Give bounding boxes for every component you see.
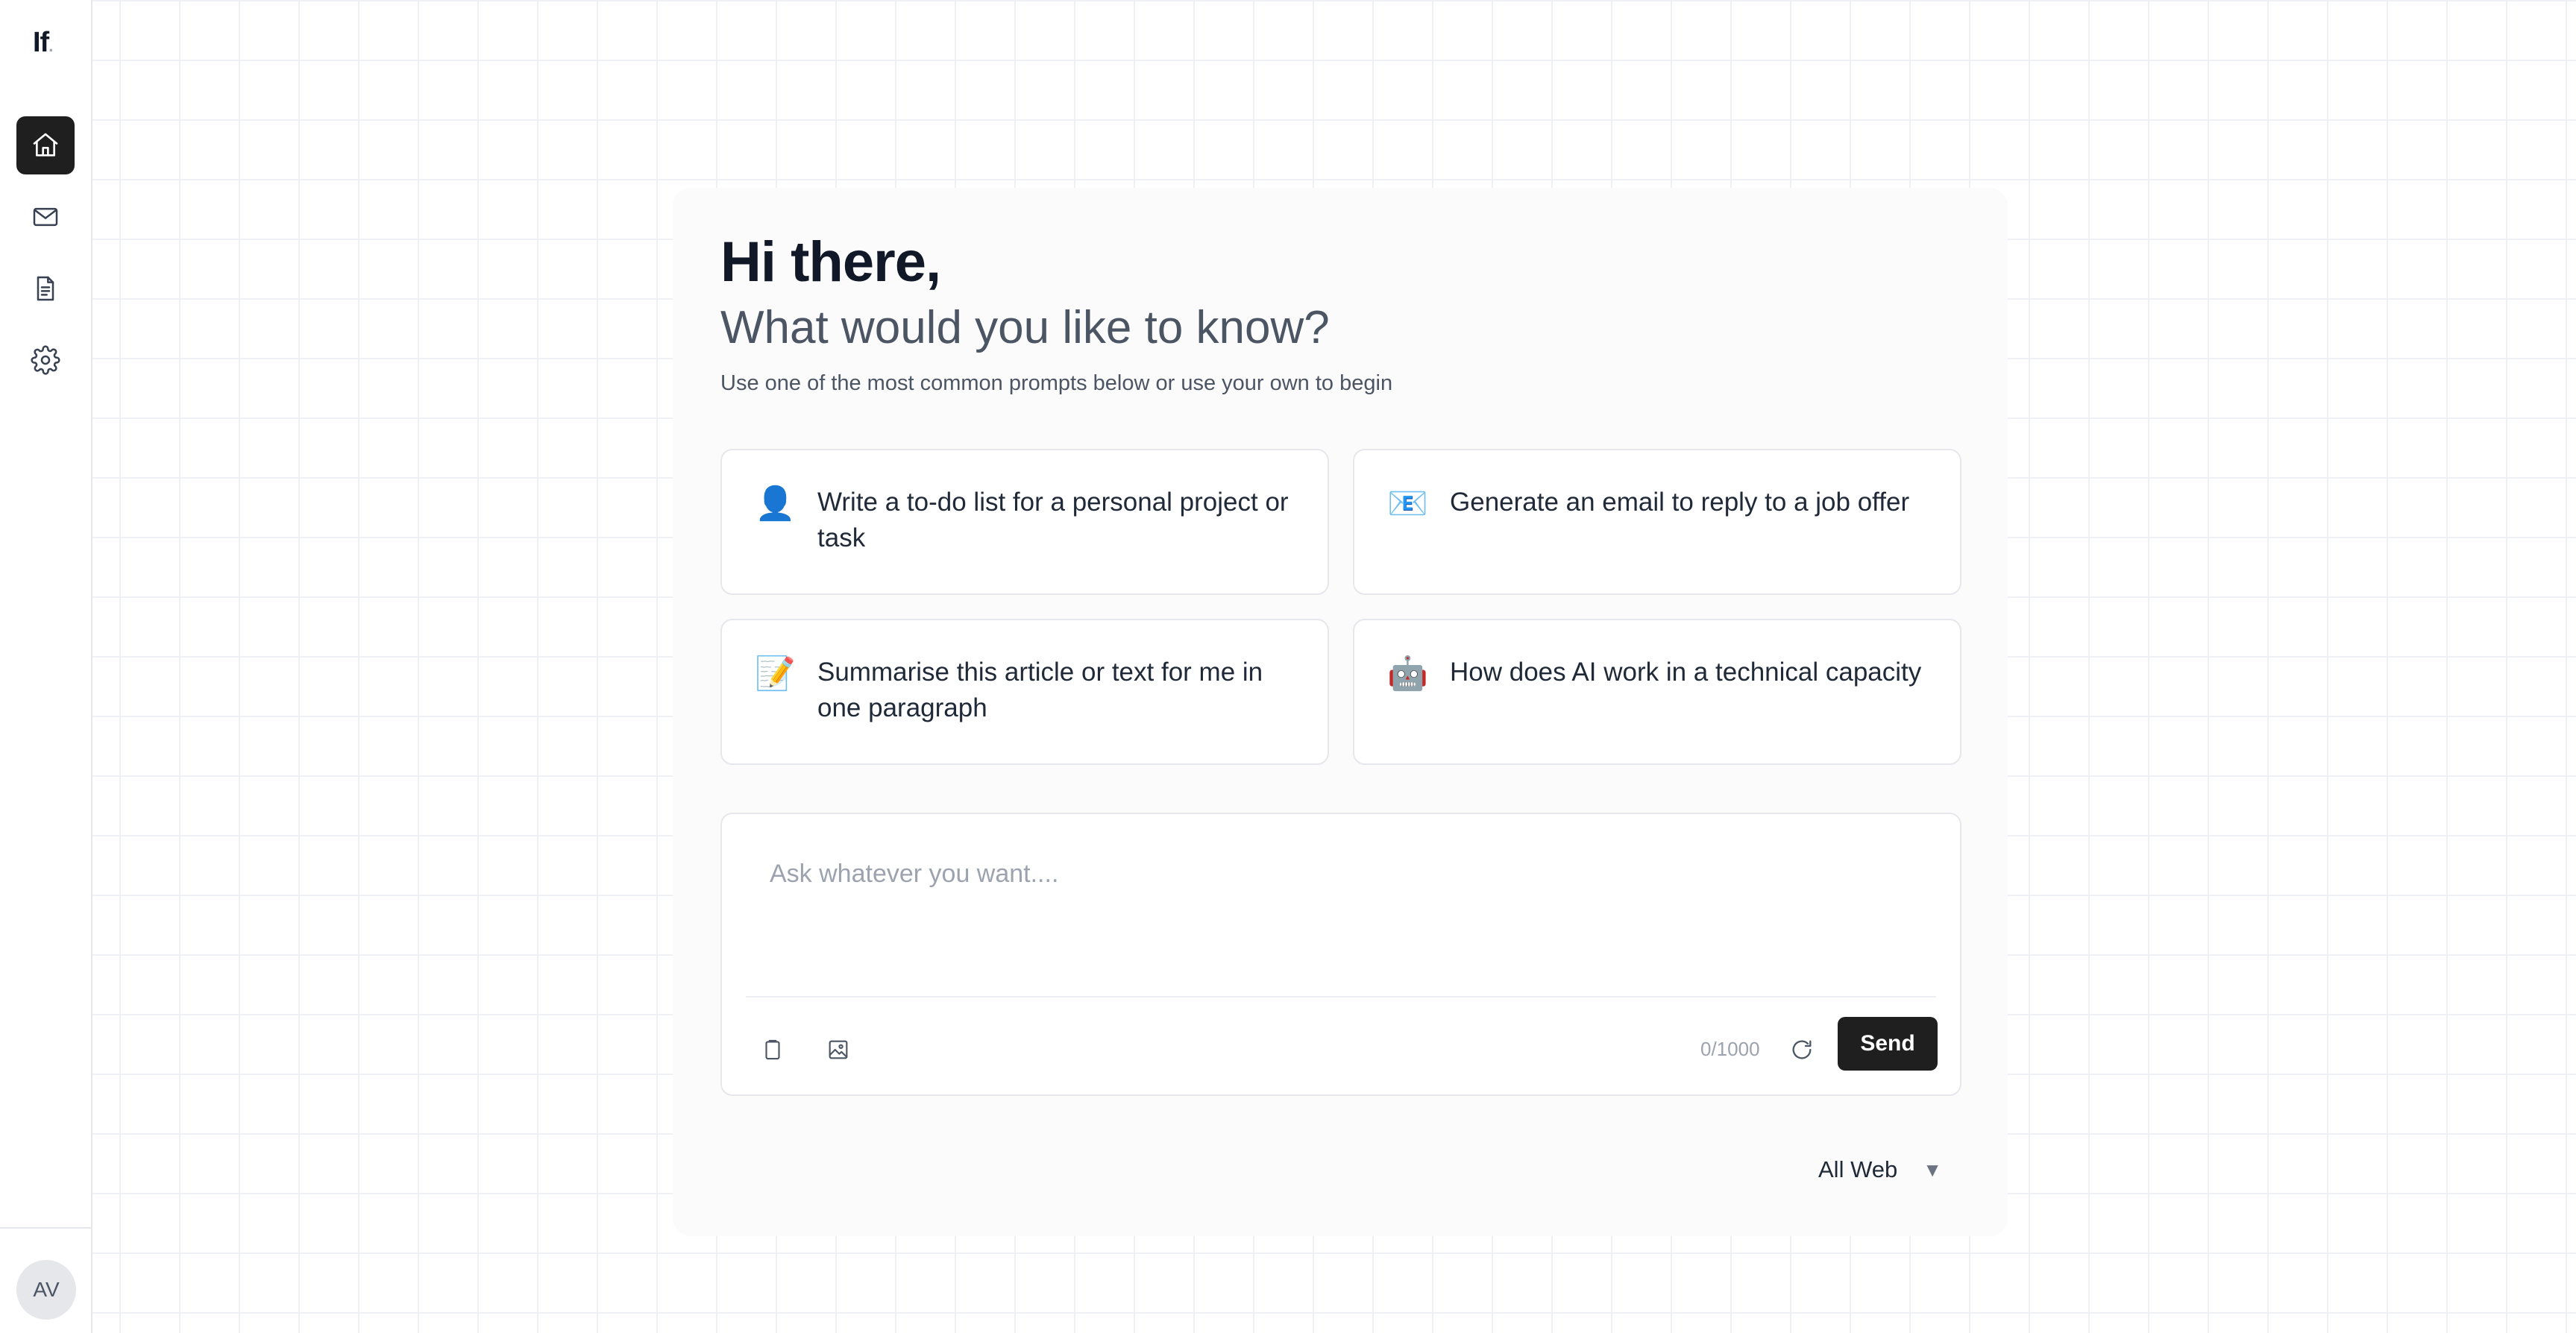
home-icon	[33, 133, 58, 157]
ask-input[interactable]	[770, 851, 1918, 896]
refresh-icon	[1792, 1040, 1812, 1059]
user-avatar[interactable]: AV	[16, 1260, 76, 1320]
image-upload-button[interactable]	[820, 1032, 856, 1068]
prompt-text: How does AI work in a technical capacity	[1450, 658, 1922, 687]
send-button[interactable]: Send	[1838, 1017, 1938, 1071]
logo-dot: .	[48, 37, 53, 55]
prompt-text: Generate an email to reply to a job offe…	[1450, 488, 1910, 517]
nav-documents-button[interactable]	[16, 259, 75, 318]
question-subheading: What would you like to know?	[720, 302, 1330, 353]
input-divider	[746, 996, 1936, 998]
email-icon: 📧	[1387, 485, 1428, 522]
scope-selected-value: All Web	[1818, 1156, 1898, 1182]
app-logo[interactable]: If.	[33, 27, 53, 59]
robot-icon: 🤖	[1387, 655, 1428, 692]
prompt-card-todo[interactable]: 👤 Write a to-do list for a personal proj…	[720, 449, 1329, 595]
sidebar: If. AV	[0, 0, 92, 1333]
character-counter: 0/1000	[1700, 1038, 1760, 1060]
search-scope-select[interactable]: All Web ▼	[1818, 1151, 1942, 1188]
nav-mail-button[interactable]	[16, 188, 75, 246]
memo-icon: 📝	[755, 655, 796, 692]
settings-icon	[31, 345, 60, 375]
chevron-down-icon: ▼	[1923, 1158, 1942, 1181]
document-icon	[37, 276, 54, 301]
sidebar-divider	[0, 1227, 92, 1229]
nav-home-button[interactable]	[16, 116, 75, 174]
greeting-heading: Hi there,	[720, 230, 941, 294]
prompt-text: Write a to-do list for a personal projec…	[817, 488, 1289, 552]
image-icon	[829, 1040, 848, 1059]
nav-settings-button[interactable]	[16, 331, 75, 389]
prompt-card-ai[interactable]: 🤖 How does AI work in a technical capaci…	[1353, 619, 1961, 765]
mail-icon	[33, 207, 58, 227]
prompt-input-box: 0/1000 Send	[720, 813, 1961, 1096]
clipboard-icon	[765, 1039, 780, 1060]
person-icon: 👤	[755, 485, 796, 522]
chat-panel: Hi there, What would you like to know? U…	[673, 188, 2008, 1236]
prompt-card-summarise[interactable]: 📝 Summarise this article or text for me …	[720, 619, 1329, 765]
prompt-text: Summarise this article or text for me in…	[817, 658, 1263, 722]
refresh-button[interactable]	[1782, 1030, 1821, 1069]
hint-text: Use one of the most common prompts below…	[720, 371, 1393, 395]
prompt-card-email[interactable]: 📧 Generate an email to reply to a job of…	[1353, 449, 1961, 595]
clipboard-button[interactable]	[755, 1032, 791, 1068]
logo-text: If	[33, 27, 49, 58]
